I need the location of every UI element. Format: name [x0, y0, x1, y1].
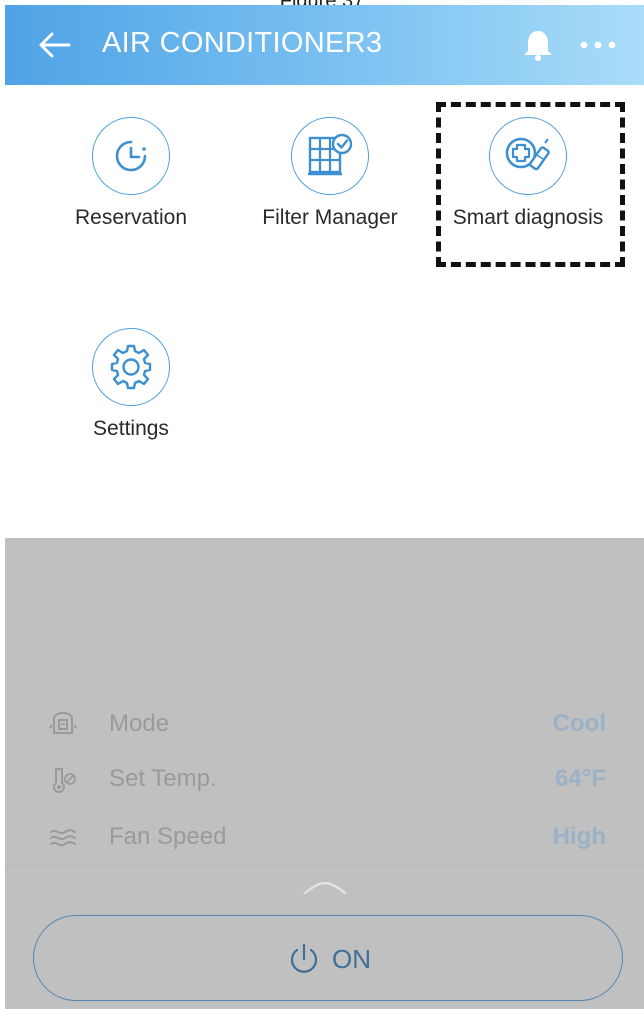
settings-icon-circle — [92, 328, 170, 406]
feature-reservation[interactable]: Reservation — [46, 117, 216, 230]
thermometer-icon — [53, 768, 76, 793]
status-panel: Mode Cool Set Temp. 64°F Fan Speed High … — [5, 538, 644, 1009]
more-dots-icon[interactable] — [578, 39, 618, 51]
page-title: AIR CONDITIONER3 — [102, 27, 383, 59]
power-button-label: ON — [332, 944, 371, 974]
filter-icon-circle — [291, 117, 369, 195]
status-value: High — [552, 823, 606, 850]
feature-smart-diagnosis[interactable]: Smart diagnosis — [443, 117, 613, 230]
status-row-mode[interactable]: Mode Cool — [5, 705, 644, 745]
feature-label: Filter Manager — [262, 206, 398, 229]
medical-phone-icon — [505, 137, 550, 171]
mode-icon — [49, 711, 77, 734]
gear-icon — [110, 344, 152, 390]
chevron-up-icon[interactable] — [303, 881, 347, 895]
filter-grid-check-icon — [308, 133, 353, 176]
status-label: Fan Speed — [109, 823, 227, 850]
feature-settings[interactable]: Settings — [46, 328, 216, 441]
status-label: Set Temp. — [109, 765, 217, 792]
status-label: Mode — [109, 710, 170, 737]
status-row-set-temp[interactable]: Set Temp. 64°F — [5, 760, 644, 800]
bell-icon[interactable] — [520, 27, 556, 63]
reservation-icon-circle — [92, 117, 170, 195]
status-row-fan-speed[interactable]: Fan Speed High — [5, 818, 644, 858]
clock-icon — [115, 140, 147, 172]
power-on-button[interactable]: ON — [33, 915, 623, 1001]
power-icon — [290, 943, 318, 973]
back-arrow-icon[interactable] — [37, 29, 73, 61]
feature-filter-manager[interactable]: Filter Manager — [245, 117, 415, 230]
app-header: AIR CONDITIONER3 — [5, 5, 644, 85]
wind-icon — [50, 829, 76, 847]
smart-diagnosis-icon-circle — [489, 117, 567, 195]
feature-label: Smart diagnosis — [452, 206, 604, 229]
panel-divider — [5, 865, 644, 866]
status-value: 64°F — [555, 765, 606, 792]
feature-label: Settings — [93, 417, 169, 440]
feature-label: Reservation — [74, 206, 188, 229]
status-value: Cool — [552, 710, 606, 737]
